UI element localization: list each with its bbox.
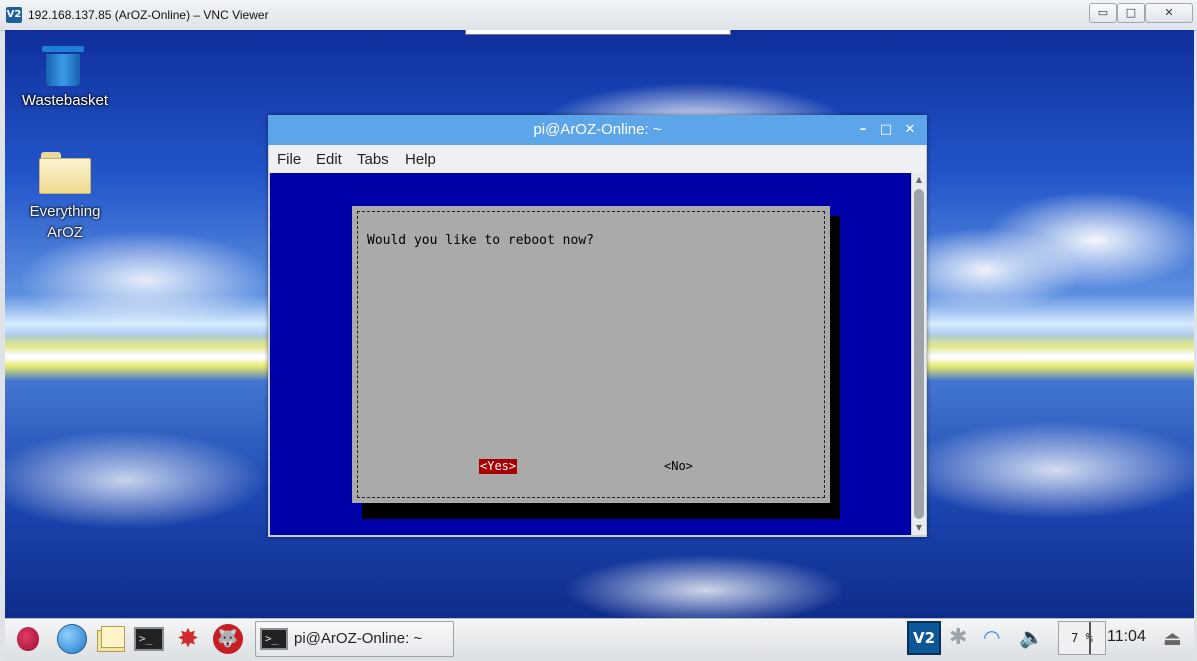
taskbar: >_ ✸ 🐺 >_ pi@ArOZ-Online: ~ V2 ✱ ◠ 🔈 7 %… [5,618,1194,659]
vnc-close-button[interactable]: ✕ [1145,3,1193,23]
desktop-icon-label-wastebasket[interactable]: Wastebasket [15,92,115,109]
taskbar-terminal-button[interactable]: >_ pi@ArOZ-Online: ~ [255,621,454,657]
terminal-maximize-button[interactable]: □ [877,121,895,139]
terminal-task-icon: >_ [260,628,288,650]
terminal-scrollbar[interactable]: ▲ ▼ [912,173,926,535]
scrollbar-thumb[interactable] [914,189,924,519]
wolfram-icon[interactable]: 🐺 [213,624,243,654]
yes-button[interactable]: <Yes> [479,459,518,474]
web-browser-icon[interactable] [57,624,87,654]
vnc-maximize-button[interactable]: □ [1117,3,1145,23]
terminal-title-bar[interactable]: pi@ArOZ-Online: ~ – □ ✕ [268,115,927,145]
menu-help[interactable]: Help [405,151,436,168]
vnc-logo-icon: V2 [6,7,22,23]
wifi-icon[interactable]: ◠ [983,625,1000,649]
menu-edit[interactable]: Edit [316,151,342,168]
menu-file[interactable]: File [277,151,301,168]
taskbar-terminal-label: pi@ArOZ-Online: ~ [294,630,423,647]
file-manager-icon[interactable] [95,624,125,654]
terminal-icon[interactable]: >_ [134,624,164,654]
scroll-down-arrow-icon[interactable]: ▼ [914,522,924,534]
folder-icon[interactable] [39,152,91,194]
terminal-window-title: pi@ArOZ-Online: ~ [533,121,662,138]
clock[interactable]: 11:04 [1107,628,1146,646]
scroll-up-arrow-icon[interactable]: ▲ [914,174,924,186]
terminal-screen[interactable]: Would you like to reboot now? <Yes> <No> [270,173,911,535]
trash-icon[interactable] [42,46,84,86]
math-kernel-icon[interactable]: ✸ [173,624,203,654]
bluetooth-icon[interactable]: ✱ [949,625,967,650]
vnc-toolbar-grip[interactable] [465,30,731,35]
dialog-frame [357,211,825,498]
vnc-title-bar: V2 192.168.137.85 (ArOZ-Online) – VNC Vi… [0,0,1197,31]
vnc-server-tray-icon[interactable]: V2 [907,621,941,655]
terminal-window: pi@ArOZ-Online: ~ – □ ✕ File Edit Tabs H… [268,115,927,537]
cpu-usage-monitor[interactable]: 7 % [1058,621,1106,655]
terminal-close-button[interactable]: ✕ [901,121,919,139]
vnc-window-title: 192.168.137.85 (ArOZ-Online) – VNC Viewe… [28,8,269,22]
desktop-icon-label-everything-aroz[interactable]: Everything ArOZ [15,201,115,243]
volume-icon[interactable]: 🔈 [1019,625,1044,649]
terminal-menu-bar: File Edit Tabs Help [269,145,926,173]
dialog-message: Would you like to reboot now? [367,233,594,248]
reboot-dialog: Would you like to reboot now? <Yes> <No> [352,206,830,503]
no-button[interactable]: <No> [663,459,694,474]
eject-icon[interactable]: ⏏ [1163,626,1182,650]
vnc-minimize-button[interactable]: ▭ [1089,3,1117,23]
terminal-minimize-button[interactable]: – [854,121,872,139]
menu-tabs[interactable]: Tabs [357,151,389,168]
raspberry-menu-icon[interactable] [13,624,43,654]
